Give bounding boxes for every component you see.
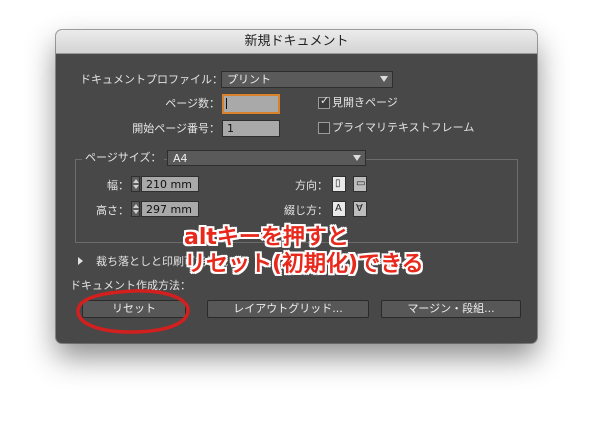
width-input[interactable]: 210 mm <box>141 176 199 192</box>
start-page-value: 1 <box>227 122 234 135</box>
document-profile-label: ドキュメントプロファイル： <box>80 73 223 86</box>
binding-label: 綴じ方： <box>284 204 328 217</box>
right-binding-icon[interactable]: Ɐ <box>353 201 367 217</box>
page-size-label: ページサイズ： <box>82 151 165 165</box>
pages-label: ページ数： <box>165 97 220 110</box>
layout-grid-button[interactable]: レイアウトグリッド... <box>207 300 369 318</box>
landscape-orientation-icon[interactable]: ▭ <box>353 176 367 192</box>
document-profile-select[interactable]: プリント <box>221 71 393 88</box>
chevron-down-icon <box>353 155 361 161</box>
pages-input[interactable] <box>222 94 280 114</box>
start-page-input[interactable]: 1 <box>222 120 280 137</box>
height-value: 297 mm <box>146 203 192 216</box>
primary-text-frame-label: プライマリテキストフレーム <box>332 121 475 134</box>
text-caret <box>226 98 227 109</box>
facing-pages-label: 見開きページ <box>332 96 398 109</box>
width-value: 210 mm <box>146 178 192 191</box>
portrait-orientation-icon[interactable]: ▯ <box>332 176 346 192</box>
page-size-value: A4 <box>173 152 188 165</box>
annotation-text: altキーを押すと リセット(初期化)できる <box>184 224 424 278</box>
chevron-down-icon <box>380 76 388 82</box>
width-label: 幅： <box>107 179 129 192</box>
dialog-title: 新規ドキュメント <box>56 30 537 54</box>
left-binding-icon[interactable]: A <box>332 201 346 217</box>
height-label: 高さ： <box>96 204 129 217</box>
height-input[interactable]: 297 mm <box>141 201 199 217</box>
page-size-select[interactable]: A4 <box>167 150 366 166</box>
margin-columns-button[interactable]: マージン・段組... <box>381 300 521 318</box>
highlight-circle <box>76 289 190 334</box>
height-stepper[interactable] <box>131 201 140 217</box>
checkmark-icon: ✓ <box>320 94 330 107</box>
annotation-line-1: altキーを押すと <box>184 225 349 250</box>
primary-text-frame-checkbox[interactable] <box>318 122 330 134</box>
annotation-line-2: リセット(初期化)できる <box>184 252 424 277</box>
orientation-label: 方向： <box>295 179 328 192</box>
document-profile-value: プリント <box>227 73 271 86</box>
disclosure-triangle-icon[interactable] <box>78 257 83 265</box>
facing-pages-checkbox[interactable]: ✓ <box>318 94 330 109</box>
start-page-label: 開始ページ番号： <box>132 122 220 135</box>
width-stepper[interactable] <box>131 176 140 192</box>
